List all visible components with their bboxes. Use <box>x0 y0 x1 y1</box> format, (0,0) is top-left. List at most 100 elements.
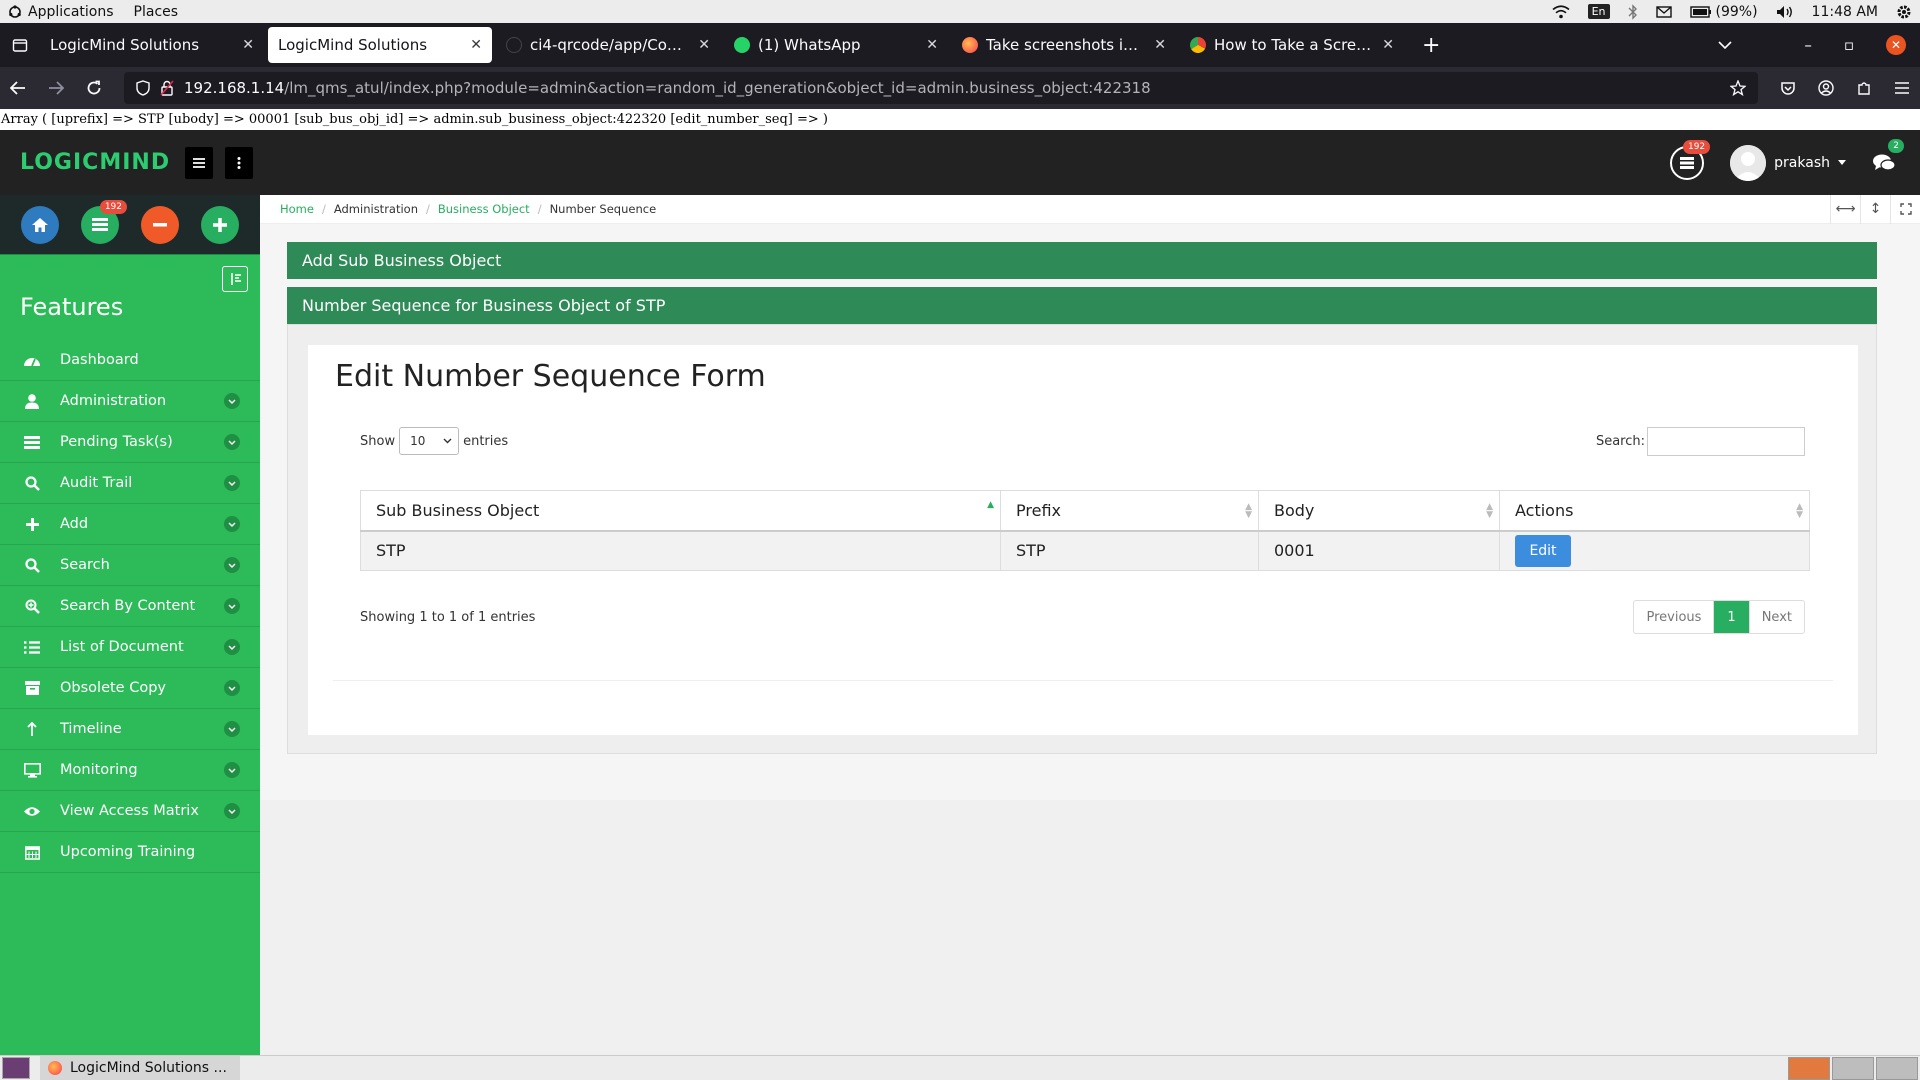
close-tab-icon[interactable]: ✕ <box>698 37 710 53</box>
pocket-icon[interactable] <box>1780 80 1796 96</box>
sidebar-item-timeline[interactable]: Timeline <box>0 709 260 750</box>
sidebar-item-list-of-document[interactable]: List of Document <box>0 627 260 668</box>
sidebar-item-monitoring[interactable]: Monitoring <box>0 750 260 791</box>
sidebar-item-pending-tasks[interactable]: Pending Task(s) <box>0 422 260 463</box>
column-header-prefix[interactable]: Prefix ▲ ▼ <box>1000 490 1259 532</box>
chevron-down-icon[interactable] <box>224 557 240 573</box>
workspace-1[interactable] <box>1788 1056 1830 1080</box>
minimize-window-icon[interactable]: – <box>1804 36 1812 54</box>
browser-tab-2-active[interactable]: LogicMind Solutions ✕ <box>268 27 492 63</box>
sidebar-item-upcoming-training[interactable]: Upcoming Training <box>0 832 260 873</box>
battery-indicator[interactable]: (99%) <box>1689 4 1758 20</box>
extensions-puzzle-icon[interactable] <box>1856 80 1872 96</box>
github-icon <box>506 37 522 53</box>
reload-icon[interactable] <box>86 80 102 96</box>
bookmark-star-icon[interactable] <box>1730 80 1746 96</box>
close-tab-icon[interactable]: ✕ <box>470 37 482 53</box>
insecure-lock-icon[interactable] <box>160 80 174 96</box>
url-text[interactable]: 192.168.1.14/lm_qms_atul/index.php?modul… <box>184 79 1720 97</box>
sidebar-item-add[interactable]: Add <box>0 504 260 545</box>
maximize-window-icon[interactable]: ▫ <box>1844 36 1854 54</box>
sidebar-toggle-hamburger-icon[interactable] <box>185 146 213 179</box>
expand-horizontal-icon[interactable]: ⟷ <box>1830 194 1860 224</box>
number-sequence-panel[interactable]: Number Sequence for Business Object of S… <box>287 287 1877 324</box>
pagination-next[interactable]: Next <box>1748 601 1804 633</box>
bluetooth-icon[interactable] <box>1628 3 1638 20</box>
chevron-down-icon[interactable] <box>224 762 240 778</box>
pagination-page-1[interactable]: 1 <box>1713 601 1749 633</box>
chevron-down-icon[interactable] <box>224 721 240 737</box>
search-input[interactable] <box>1647 427 1805 456</box>
breadcrumb-home[interactable]: Home <box>280 202 314 216</box>
keyboard-language-indicator[interactable]: En <box>1587 4 1610 19</box>
entries-select[interactable]: 10 <box>399 427 460 455</box>
shield-icon[interactable] <box>136 80 150 96</box>
chevron-down-icon[interactable] <box>224 598 240 614</box>
logicmind-logo[interactable]: LOGICMIND <box>0 150 185 175</box>
chevron-down-icon[interactable] <box>224 639 240 655</box>
chat-bubbles-icon <box>1872 153 1896 173</box>
places-menu[interactable]: Places <box>134 4 179 20</box>
clock[interactable]: 11:48 AM <box>1812 4 1878 20</box>
workspace-3[interactable] <box>1876 1056 1918 1080</box>
mail-icon[interactable] <box>1655 5 1672 18</box>
list-all-tabs-chevron-icon[interactable] <box>1718 41 1732 49</box>
chevron-down-icon[interactable] <box>224 475 240 491</box>
workspace-2[interactable] <box>1832 1056 1874 1080</box>
back-arrow-icon[interactable] <box>10 81 26 95</box>
add-sub-business-object-panel[interactable]: Add Sub Business Object <box>287 242 1877 279</box>
pending-tasks-button[interactable]: 192 <box>81 199 127 244</box>
chevron-down-icon[interactable] <box>224 393 240 409</box>
applications-menu[interactable]: Applications <box>8 4 114 20</box>
sidebar-item-search[interactable]: Search <box>0 545 260 586</box>
close-tab-icon[interactable]: ✕ <box>242 37 254 53</box>
forward-arrow-icon[interactable] <box>48 81 64 95</box>
os-top-bar: Applications Places En (99%) 11:48 AM <box>0 0 1920 23</box>
system-menu-gear-icon[interactable] <box>1896 4 1912 20</box>
wifi-icon[interactable] <box>1552 4 1570 19</box>
notifications-button[interactable]: 192 <box>1670 139 1711 180</box>
sidebar-item-obsolete-copy[interactable]: Obsolete Copy <box>0 668 260 709</box>
close-tab-icon[interactable]: ✕ <box>1154 37 1166 53</box>
chevron-down-icon[interactable] <box>224 516 240 532</box>
home-button[interactable] <box>21 205 59 244</box>
browser-tab-6[interactable]: How to Take a Screensho ✕ <box>1180 27 1404 63</box>
chat-button[interactable]: 2 <box>1872 138 1904 173</box>
url-bar[interactable]: 192.168.1.14/lm_qms_atul/index.php?modul… <box>124 72 1758 104</box>
close-tab-icon[interactable]: ✕ <box>1382 37 1394 53</box>
volume-icon[interactable] <box>1776 5 1794 19</box>
column-header-actions[interactable]: Actions ▲ ▼ <box>1499 490 1810 532</box>
account-icon[interactable] <box>1818 80 1834 96</box>
pagination-previous[interactable]: Previous <box>1634 601 1713 633</box>
column-header-body[interactable]: Body ▲ ▼ <box>1258 490 1500 532</box>
edit-button[interactable]: Edit <box>1515 534 1571 567</box>
browser-tab-5[interactable]: Take screenshots in Firef ✕ <box>952 27 1176 63</box>
hamburger-menu-icon[interactable] <box>1894 81 1910 95</box>
user-menu[interactable]: prakash <box>1730 144 1846 181</box>
new-tab-plus-icon[interactable]: + <box>1408 33 1454 58</box>
close-window-icon[interactable]: ✕ <box>1886 35 1906 55</box>
expand-vertical-icon[interactable]: ↕ <box>1860 194 1890 224</box>
more-vertical-icon[interactable] <box>225 146 253 179</box>
sidebar-item-audit-trail[interactable]: Audit Trail <box>0 463 260 504</box>
column-header-sub-business-object[interactable]: Sub Business Object ▲ <box>360 490 1001 532</box>
firefox-view-icon[interactable] <box>0 23 40 67</box>
sidebar-item-dashboard[interactable]: Dashboard <box>0 340 260 381</box>
close-tab-icon[interactable]: ✕ <box>926 37 938 53</box>
chevron-down-icon[interactable] <box>224 434 240 450</box>
breadcrumb-business-object[interactable]: Business Object <box>438 202 530 216</box>
browser-tab-1[interactable]: LogicMind Solutions ✕ <box>40 27 264 63</box>
chevron-down-icon[interactable] <box>224 680 240 696</box>
minus-button[interactable] <box>141 205 179 244</box>
sidebar-item-view-access-matrix[interactable]: View Access Matrix <box>0 791 260 832</box>
browser-tab-3[interactable]: ci4-qrcode/app/Controlle ✕ <box>496 27 720 63</box>
chevron-down-icon[interactable] <box>224 803 240 819</box>
show-desktop-button[interactable] <box>2 1057 30 1079</box>
sidebar-item-search-by-content[interactable]: Search By Content <box>0 586 260 627</box>
plus-button[interactable] <box>201 205 239 244</box>
sidebar-collapse-icon[interactable] <box>222 266 248 292</box>
taskbar-window-item[interactable]: LogicMind Solutions ... <box>40 1055 240 1080</box>
browser-tab-4[interactable]: (1) WhatsApp ✕ <box>724 27 948 63</box>
sidebar-item-administration[interactable]: Administration <box>0 381 260 422</box>
fullscreen-icon[interactable] <box>1890 194 1920 224</box>
